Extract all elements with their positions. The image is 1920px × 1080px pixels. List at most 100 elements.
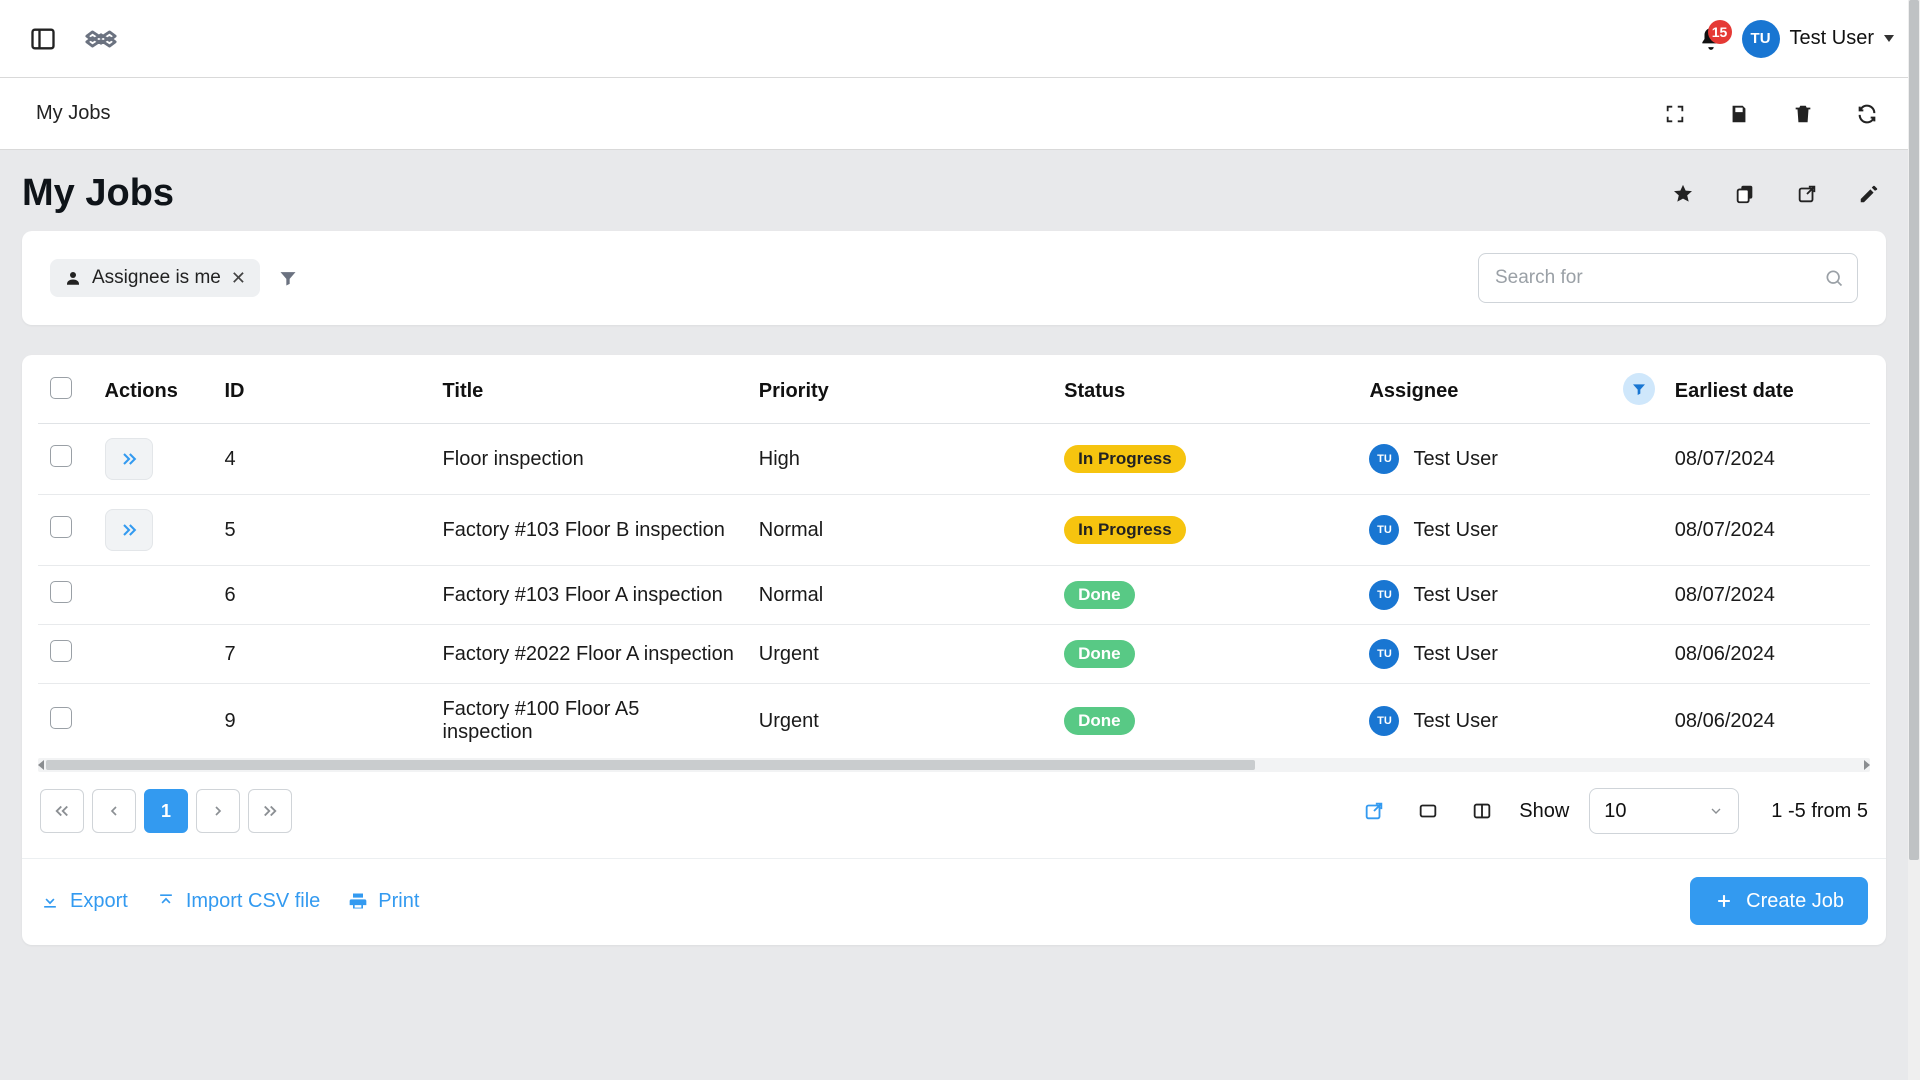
horizontal-scrollbar-thumb[interactable] (46, 760, 1255, 770)
table-row: 5Factory #103 Floor B inspectionNormalIn… (38, 495, 1870, 566)
jobs-table: Actions ID Title Priority Status Assigne… (38, 355, 1870, 758)
table-footer: Export Import CSV file Print Create Job (22, 858, 1886, 945)
select-all-checkbox[interactable] (50, 377, 72, 399)
app-logo[interactable] (84, 22, 118, 56)
filter-chip-label: Assignee is me (92, 267, 221, 289)
status-badge: In Progress (1064, 445, 1186, 473)
pager-next[interactable] (196, 789, 240, 833)
assignee-avatar: TU (1369, 515, 1399, 545)
refresh-button[interactable] (1850, 97, 1884, 131)
cell-priority: Normal (747, 566, 1052, 625)
assignee-avatar: TU (1369, 580, 1399, 610)
user-name-label: Test User (1790, 27, 1874, 50)
row-expand-button[interactable] (105, 438, 153, 480)
cell-title: Floor inspection (431, 424, 747, 495)
plus-icon (1714, 891, 1734, 911)
notifications-button[interactable]: 15 (1698, 26, 1724, 52)
header-id[interactable]: ID (212, 355, 430, 424)
cell-date: 08/06/2024 (1663, 684, 1870, 759)
vertical-scrollbar[interactable] (1908, 0, 1920, 1080)
edit-button[interactable] (1852, 177, 1886, 211)
filters-card: Assignee is me ✕ (22, 231, 1886, 325)
cell-priority: High (747, 424, 1052, 495)
filter-chip-assignee[interactable]: Assignee is me ✕ (50, 259, 260, 297)
cell-status: In Progress (1052, 424, 1357, 495)
search-wrap (1478, 253, 1858, 303)
assignee-name: Test User (1413, 643, 1497, 666)
pager-last[interactable] (248, 789, 292, 833)
assignee-avatar: TU (1369, 444, 1399, 474)
create-job-button[interactable]: Create Job (1690, 877, 1868, 925)
cell-id: 4 (212, 424, 430, 495)
row-expand-button[interactable] (105, 509, 153, 551)
search-icon (1824, 268, 1844, 288)
cell-title: Factory #103 Floor A inspection (431, 566, 747, 625)
pager-first[interactable] (40, 789, 84, 833)
cell-id: 7 (212, 625, 430, 684)
search-input[interactable] (1478, 253, 1858, 303)
table-row: 9Factory #100 Floor A5 inspectionUrgentD… (38, 684, 1870, 759)
status-badge: Done (1064, 707, 1135, 735)
cell-assignee: TUTest User (1357, 424, 1662, 495)
cell-priority: Urgent (747, 684, 1052, 759)
header-priority[interactable]: Priority (747, 355, 1052, 424)
upload-icon (156, 891, 176, 911)
row-checkbox[interactable] (50, 640, 72, 662)
pager-row: 1 Show (22, 772, 1886, 850)
range-label: 1 -5 from 5 (1771, 800, 1868, 823)
horizontal-scrollbar[interactable] (38, 758, 1870, 772)
layout-split-button[interactable] (1465, 794, 1499, 828)
sidebar-toggle-icon[interactable] (26, 22, 60, 56)
pager-prev[interactable] (92, 789, 136, 833)
main-area: My Jobs Assignee is me ✕ (0, 150, 1908, 1080)
row-checkbox[interactable] (50, 581, 72, 603)
topbar: 15 TU Test User (0, 0, 1920, 78)
page-size-value: 10 (1604, 800, 1626, 823)
table-row: 6Factory #103 Floor A inspectionNormal Do… (38, 566, 1870, 625)
print-button[interactable]: Print (348, 890, 419, 913)
header-assignee[interactable]: Assignee (1357, 355, 1662, 424)
cell-id: 6 (212, 566, 430, 625)
page-header: My Jobs (22, 150, 1886, 231)
cell-assignee: TUTest User (1357, 684, 1662, 759)
row-checkbox[interactable] (50, 707, 72, 729)
row-checkbox[interactable] (50, 445, 72, 467)
page-size-select[interactable]: 10 (1589, 788, 1739, 834)
breadcrumb: My Jobs (36, 102, 110, 125)
export-button[interactable]: Export (40, 890, 128, 913)
cell-title: Factory #103 Floor B inspection (431, 495, 747, 566)
filter-chip-remove[interactable]: ✕ (231, 268, 246, 289)
header-title[interactable]: Title (431, 355, 747, 424)
status-badge: In Progress (1064, 516, 1186, 544)
favorite-button[interactable] (1666, 177, 1700, 211)
import-button[interactable]: Import CSV file (156, 890, 320, 913)
page-title: My Jobs (22, 172, 174, 215)
pager-page-1[interactable]: 1 (144, 789, 188, 833)
layout-card-button[interactable] (1411, 794, 1445, 828)
pager: 1 (40, 789, 292, 833)
copy-button[interactable] (1728, 177, 1762, 211)
cell-priority: Urgent (747, 625, 1052, 684)
filter-toggle-button[interactable] (278, 268, 298, 288)
save-view-button[interactable] (1722, 97, 1756, 131)
vertical-scrollbar-thumb[interactable] (1909, 0, 1919, 860)
status-badge: Done (1064, 581, 1135, 609)
open-external-button[interactable] (1357, 794, 1391, 828)
chevron-down-icon (1708, 803, 1724, 819)
share-button[interactable] (1790, 177, 1824, 211)
date-filter-active-icon[interactable] (1623, 373, 1655, 405)
cell-status: Done (1052, 684, 1357, 759)
cell-id: 9 (212, 684, 430, 759)
fullscreen-button[interactable] (1658, 97, 1692, 131)
user-menu[interactable]: TU Test User (1742, 20, 1894, 58)
delete-button[interactable] (1786, 97, 1820, 131)
row-checkbox[interactable] (50, 516, 72, 538)
cell-date: 08/07/2024 (1663, 566, 1870, 625)
cell-id: 5 (212, 495, 430, 566)
header-status[interactable]: Status (1052, 355, 1357, 424)
header-actions[interactable]: Actions (93, 355, 213, 424)
assignee-avatar: TU (1369, 639, 1399, 669)
table-card: Actions ID Title Priority Status Assigne… (22, 355, 1886, 945)
header-date[interactable]: Earliest date (1663, 355, 1870, 424)
cell-status: Done (1052, 625, 1357, 684)
